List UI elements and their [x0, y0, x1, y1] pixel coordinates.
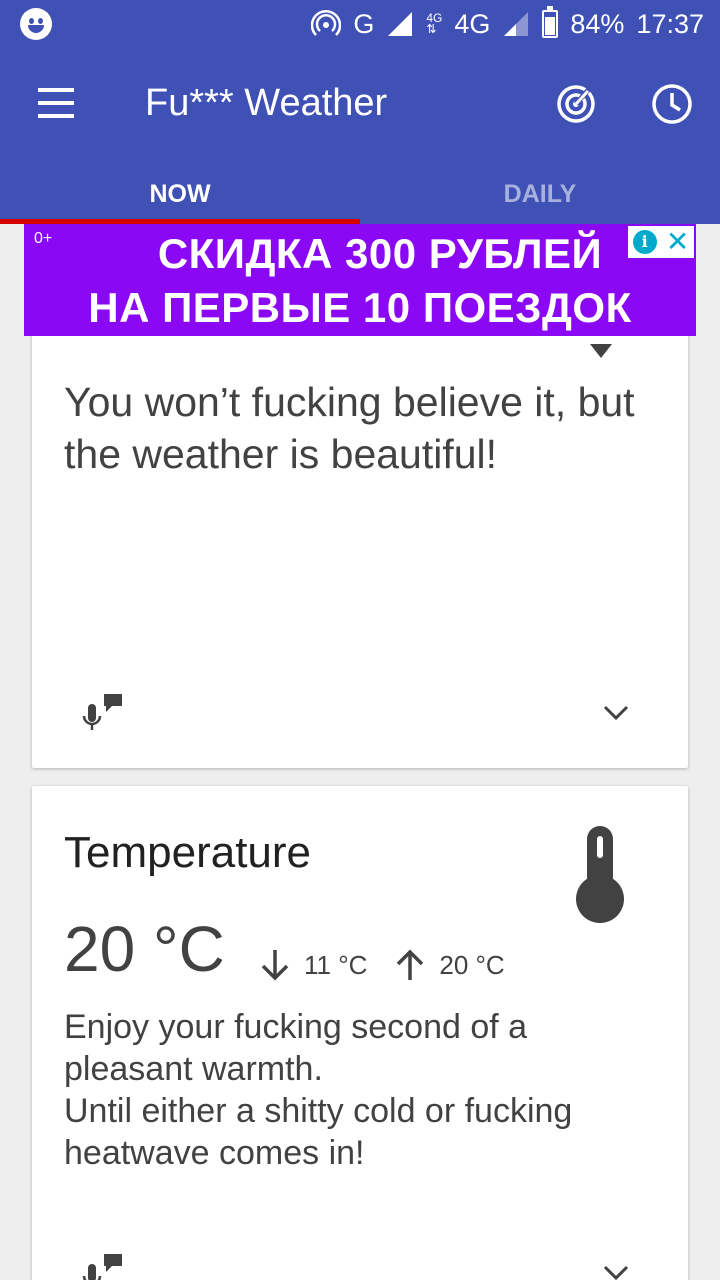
- ad-headline: СКИДКА 300 РУБЛЕЙ: [157, 230, 603, 277]
- network-type-label: G: [353, 8, 375, 39]
- clock-time: 17:37: [636, 8, 704, 39]
- chevron-down-icon-2[interactable]: [600, 1256, 632, 1280]
- chevron-down-icon[interactable]: [600, 696, 632, 728]
- tab-now[interactable]: NOW: [0, 168, 360, 224]
- data-activity-icon: 4G ⇅: [426, 11, 443, 36]
- thermometer-icon: [576, 826, 624, 923]
- temperature-description: Enjoy your fucking second of a pleasant …: [64, 1006, 664, 1174]
- notification-face-icon: [20, 8, 52, 40]
- ad-subline: НА ПЕРВЫЕ 10 ПОЕЗДОК: [88, 284, 632, 331]
- temperature-description-line2: Until either a shitty cold or fucking he…: [64, 1092, 573, 1172]
- battery-icon: [542, 6, 559, 38]
- tab-now-label: NOW: [149, 180, 211, 208]
- signal-icon-2: [504, 12, 529, 36]
- weather-summary-text: You won’t fucking believe it, but the we…: [64, 379, 635, 477]
- hotspot-icon: [311, 9, 342, 36]
- temperature-title: Temperature: [64, 828, 312, 877]
- battery-percent: 84%: [570, 8, 625, 39]
- max-temperature: 20 °C: [439, 949, 505, 980]
- menu-icon[interactable]: [38, 88, 74, 118]
- arrow-up-icon: [397, 949, 424, 980]
- app-title: Fu*** Weather: [145, 82, 388, 124]
- ad-controls: i ✕: [628, 226, 694, 258]
- network-main-label: 4G: [454, 8, 491, 39]
- signal-icon: [388, 12, 413, 36]
- min-max-temperature: 11 °C 20 °C: [256, 946, 505, 984]
- ad-info-icon[interactable]: i: [632, 230, 657, 254]
- radar-icon[interactable]: [555, 83, 597, 125]
- temperature-card: Temperature 20 °C 11 °C 20 °C Enjoy your…: [32, 786, 688, 1280]
- voice-comment-icon-2[interactable]: [82, 1252, 126, 1280]
- tab-daily[interactable]: DAILY: [360, 168, 720, 224]
- temperature-description-line1: Enjoy your fucking second of a pleasant …: [64, 1008, 528, 1088]
- card-pointer: [590, 344, 612, 358]
- arrow-down-icon: [261, 950, 289, 981]
- tab-daily-label: DAILY: [503, 180, 577, 208]
- app-bar: Fu*** Weather NOW DAILY: [0, 48, 720, 224]
- summary-card: You won’t fucking believe it, but the we…: [32, 300, 688, 768]
- ad-banner[interactable]: 0+ СКИДКА 300 РУБЛЕЙ НА ПЕРВЫЕ 10 ПОЕЗДО…: [24, 224, 696, 336]
- min-temperature: 11 °C: [304, 949, 368, 980]
- status-bar: G 4G ⇅ 4G 84% 17:37: [0, 0, 720, 48]
- tab-bar: NOW DAILY: [0, 168, 720, 224]
- current-temperature: 20 °C: [64, 913, 225, 985]
- ad-close-icon[interactable]: ✕: [666, 228, 689, 256]
- voice-comment-icon[interactable]: [82, 692, 126, 736]
- history-clock-icon[interactable]: [651, 83, 693, 125]
